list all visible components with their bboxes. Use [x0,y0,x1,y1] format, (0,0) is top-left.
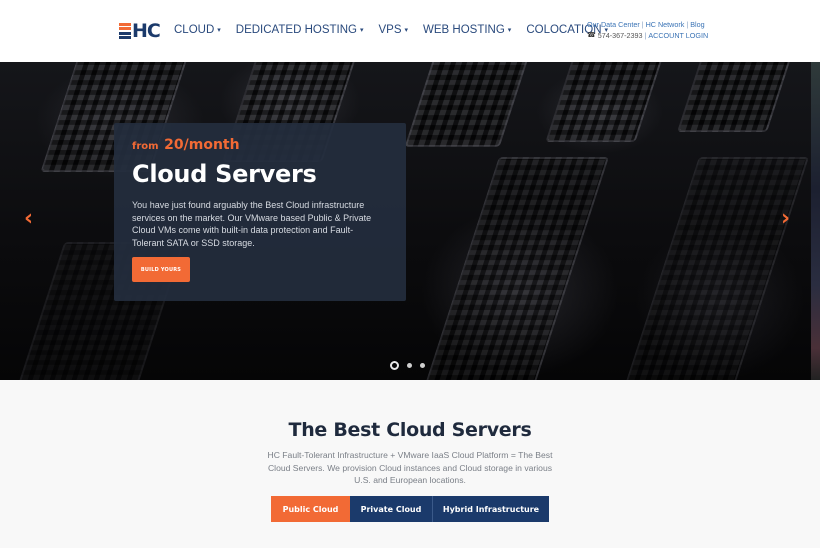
section-description: HC Fault-Tolerant Infrastructure + VMwar… [267,450,553,485]
slide-dot-2[interactable] [407,363,412,368]
server-rack-image [545,62,665,142]
nav-label: DEDICATED HOSTING [235,24,357,36]
hero-card: from 20/month Cloud Servers You have jus… [114,123,406,301]
price-amount: 20/month [164,137,240,153]
build-yours-button[interactable]: BUILD YOURS [132,257,190,282]
hero-title: Cloud Servers [132,160,317,188]
logo-bars-icon [119,23,131,39]
logo-text: HC [132,20,161,42]
server-rack-image [404,62,531,147]
hero-price: from 20/month [132,135,388,156]
server-rack-image [421,157,609,380]
tab-private-cloud[interactable]: Private Cloud [350,496,433,522]
slider-pagination [390,361,425,370]
slide-dot-1[interactable] [390,361,399,370]
nav-label: VPS [378,24,402,36]
nav-item-dedicated-hosting[interactable]: DEDICATED HOSTING ▾ [236,24,364,36]
hero-slider: ‹ › from 20/month Cloud Servers You have… [0,62,820,380]
chevron-down-icon: ▾ [217,27,221,34]
server-rack-image [621,157,809,380]
cloud-type-tabs: Public Cloud Private Cloud Hybrid Infras… [271,496,549,522]
tab-public-cloud[interactable]: Public Cloud [271,496,350,522]
nav-item-cloud[interactable]: CLOUD ▾ [174,24,221,36]
site-header: HC CLOUD ▾ DEDICATED HOSTING ▾ VPS ▾ WEB… [0,0,820,62]
nav-label: WEB HOSTING [423,24,505,36]
server-rack-image [677,62,793,132]
link-blog[interactable]: Blog [690,19,704,30]
link-account-login[interactable]: ACCOUNT LOGIN [648,30,708,41]
nav-item-web-hosting[interactable]: WEB HOSTING ▾ [423,24,511,36]
phone-number[interactable]: 574-367-2393 [598,30,643,41]
utility-links: Our Data Center | HC Network | Blog ☎ 57… [587,19,708,41]
nav-label: CLOUD [174,24,215,36]
best-cloud-servers-section: The Best Cloud Servers HC Fault-Tolerant… [0,380,820,548]
chevron-down-icon: ▾ [359,27,364,34]
section-title: The Best Cloud Servers [288,419,532,441]
separator: | [686,20,689,29]
separator: | [641,20,644,29]
slide-dot-3[interactable] [420,363,425,368]
tab-hybrid-infrastructure[interactable]: Hybrid Infrastructure [433,496,549,522]
link-our-data-center[interactable]: Our Data Center [587,19,640,30]
separator: | [644,31,647,40]
chevron-down-icon: ▾ [404,27,409,34]
price-prefix: from [132,141,159,152]
main-nav: CLOUD ▾ DEDICATED HOSTING ▾ VPS ▾ WEB HO… [174,24,623,36]
next-slide-peek [811,62,820,380]
next-slide-arrow-icon[interactable]: › [781,206,790,231]
nav-item-vps[interactable]: VPS ▾ [378,24,408,36]
hero-description: You have just found arguably the Best Cl… [132,200,372,248]
prev-slide-arrow-icon[interactable]: ‹ [24,206,33,231]
phone-icon: ☎ [587,32,596,39]
chevron-down-icon: ▾ [507,27,512,34]
hc-logo[interactable]: HC [119,20,161,42]
link-hc-network[interactable]: HC Network [646,19,685,30]
